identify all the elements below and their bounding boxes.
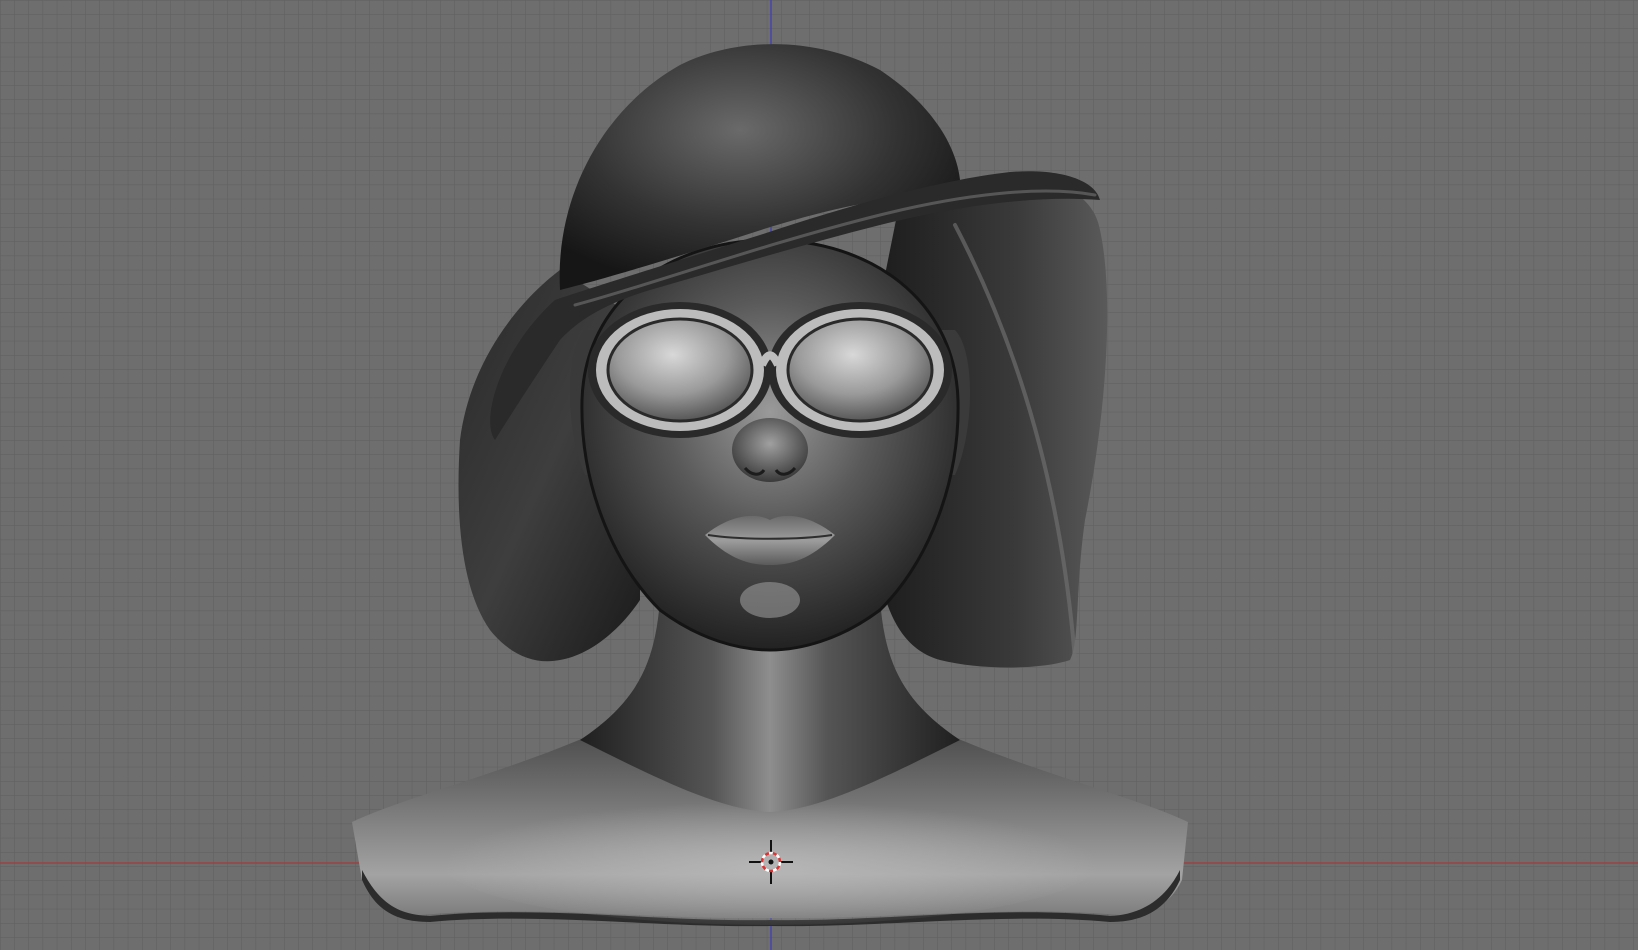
3d-viewport[interactable] (0, 0, 1638, 950)
lens-left (606, 317, 754, 423)
lens-right (786, 317, 934, 423)
chin-highlight (740, 582, 800, 618)
nose (732, 418, 808, 482)
